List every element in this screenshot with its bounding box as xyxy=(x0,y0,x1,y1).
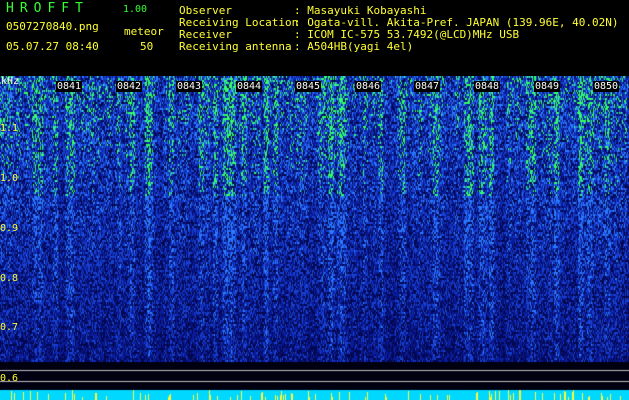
time-tick-0848: 0848 xyxy=(474,81,501,92)
file-name: 0507270840.png xyxy=(6,20,99,33)
freq-tick-0.6: 0.6 xyxy=(0,373,19,384)
freq-tick-1.0: 1.0 xyxy=(0,173,19,184)
frequency-unit-label: kHz xyxy=(1,76,20,87)
time-tick-0843: 0843 xyxy=(176,81,203,92)
time-tick-0844: 0844 xyxy=(236,81,263,92)
freq-tick-0.8: 0.8 xyxy=(0,273,19,284)
time-tick-0841: 0841 xyxy=(56,81,83,92)
time-tick-0845: 0845 xyxy=(295,81,322,92)
app-version: 1.00 xyxy=(123,4,148,15)
app-name: HROFFT xyxy=(6,1,89,16)
time-tick-0846: 0846 xyxy=(355,81,382,92)
antenna-label: Receiving antenna xyxy=(179,40,292,53)
header-panel: HROFFT 1.00 0507270840.png meteor 05.07.… xyxy=(0,0,629,76)
spectrogram-canvas[interactable] xyxy=(0,76,629,400)
time-tick-0842: 0842 xyxy=(116,81,143,92)
time-tick-0849: 0849 xyxy=(534,81,561,92)
event-type-label: meteor xyxy=(124,25,164,38)
time-tick-0847: 0847 xyxy=(414,81,441,92)
time-tick-0850: 0850 xyxy=(593,81,620,92)
recording-datetime: 05.07.27 08:40 xyxy=(6,40,99,53)
antenna-value: : A504HB(yagi 4el) xyxy=(294,40,414,53)
freq-tick-1.1: 1.1 xyxy=(0,123,19,134)
freq-tick-0.9: 0.9 xyxy=(0,223,19,234)
freq-tick-0.7: 0.7 xyxy=(0,322,19,333)
event-count: 50 xyxy=(140,40,154,53)
